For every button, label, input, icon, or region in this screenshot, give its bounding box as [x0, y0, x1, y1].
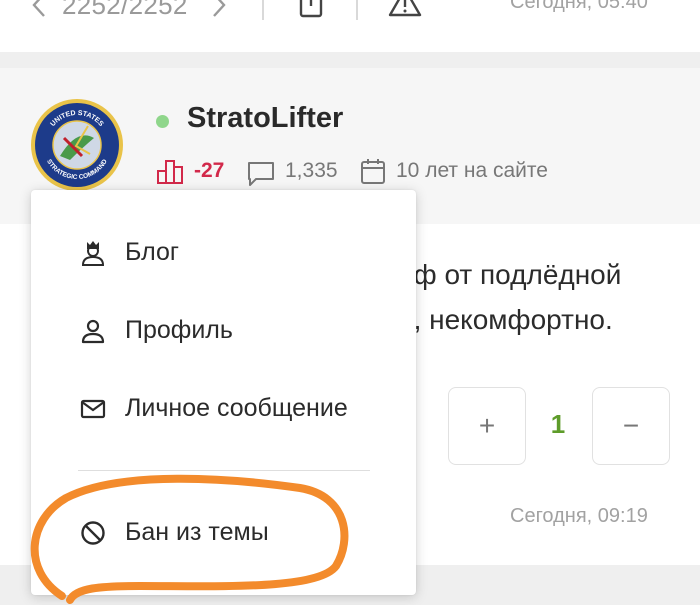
share-icon[interactable] — [294, 0, 328, 20]
menu-item-label: Профиль — [125, 316, 233, 344]
comment-text-line: йф от подлёдной — [398, 259, 622, 290]
user-site-age: 10 лет на сайте — [396, 159, 548, 182]
comment-timestamp: Сегодня, 09:19 — [510, 505, 648, 527]
menu-item-message[interactable]: Личное сообщение — [31, 376, 416, 440]
warning-icon[interactable] — [388, 0, 422, 20]
toolbar-timestamp: Сегодня, 05:40 — [510, 0, 648, 13]
avatar[interactable]: UNITED STATES STRATEGIC COMMAND — [30, 98, 124, 192]
ban-icon — [81, 521, 105, 545]
profile-icon — [81, 319, 105, 344]
user-rating: -27 — [194, 159, 225, 182]
comments-icon — [248, 162, 274, 186]
online-status-dot — [156, 115, 169, 128]
menu-item-label: Блог — [125, 238, 180, 266]
mail-icon — [80, 399, 106, 419]
menu-item-ban[interactable]: Бан из темы — [31, 500, 416, 564]
username[interactable]: StratoLifter — [187, 102, 343, 135]
user-comments-count: 1,335 — [285, 159, 338, 182]
toolbar-divider — [356, 0, 358, 20]
chevron-right-icon[interactable] — [208, 0, 230, 18]
vote-count: 1 — [550, 409, 566, 439]
menu-item-label: Бан из темы — [125, 518, 269, 546]
chevron-left-icon[interactable] — [28, 0, 50, 18]
comment-counter: 2252/2252 — [62, 0, 188, 20]
menu-item-blog[interactable]: Блог — [31, 220, 416, 284]
menu-item-profile[interactable]: Профиль — [31, 298, 416, 362]
blog-icon — [81, 241, 105, 266]
calendar-icon — [361, 159, 385, 184]
vote-plus-button[interactable]: + — [448, 387, 526, 465]
user-context-menu: Блог Профиль Личное сообщение Бан из тем… — [31, 190, 416, 595]
menu-item-label: Личное сообщение — [125, 394, 348, 422]
top-toolbar: 2252/2252 Сегодня, 05:40 — [0, 0, 700, 52]
rating-icon — [157, 160, 183, 184]
vote-minus-button[interactable]: − — [592, 387, 670, 465]
toolbar-divider — [262, 0, 264, 20]
menu-divider — [78, 470, 370, 471]
comment-text-line: е, некомфортно. — [398, 304, 613, 335]
